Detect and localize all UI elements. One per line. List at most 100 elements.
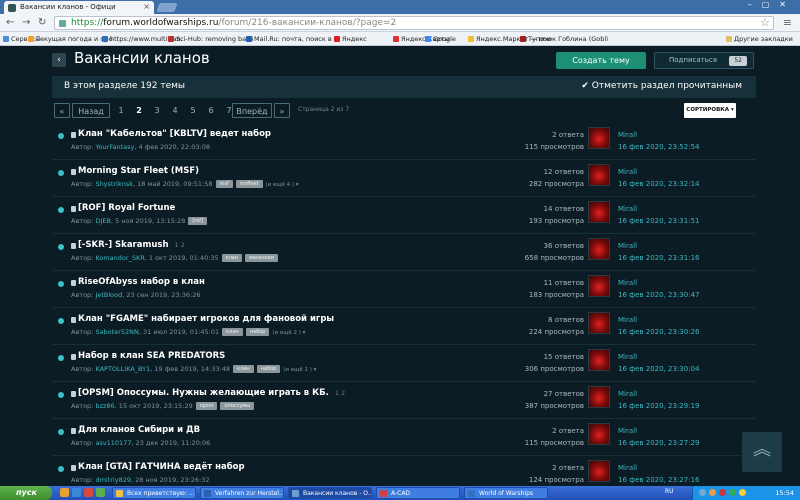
avatar[interactable] xyxy=(588,164,610,186)
topic-tag[interactable]: клан xyxy=(221,254,243,262)
tray-icon[interactable] xyxy=(739,489,746,496)
topic-author[interactable]: Shystriknsk xyxy=(95,180,133,188)
mark-read-link[interactable]: ✔ Отметить раздел прочитанным xyxy=(581,81,742,91)
taskbar-task[interactable]: Verfahren zur Herstel... xyxy=(200,487,284,499)
taskbar-task[interactable]: World of Warships xyxy=(464,487,548,499)
page-number-6[interactable]: 6 xyxy=(204,103,218,118)
avatar[interactable] xyxy=(588,275,610,297)
page-number-2[interactable]: 2 xyxy=(132,103,146,118)
unread-dot-icon[interactable] xyxy=(58,466,64,472)
more-tags[interactable]: (и ещё 4 ) ▾ xyxy=(266,182,299,188)
topic-author[interactable]: YourFantasy xyxy=(95,143,134,151)
reload-icon[interactable]: ↻ xyxy=(38,17,46,28)
unread-dot-icon[interactable] xyxy=(58,207,64,213)
avatar[interactable] xyxy=(588,423,610,445)
browser-tab[interactable]: Вакансии кланов - Офици × xyxy=(4,1,154,14)
last-post-date[interactable]: 16 фев 2020, 23:31:51 xyxy=(618,215,699,227)
topic-title[interactable]: Клан "FGAME" набирает игроков для фаново… xyxy=(78,314,340,324)
quicklaunch-icon[interactable] xyxy=(84,488,93,497)
tray-icon[interactable] xyxy=(719,489,726,496)
topic-title[interactable]: [ROF] Royal Fortune xyxy=(78,203,181,213)
bookmark-star-icon[interactable]: ☆ xyxy=(760,16,770,29)
quicklaunch-icon[interactable] xyxy=(96,488,105,497)
topic-tag[interactable]: клан xyxy=(233,365,254,373)
topic-tag[interactable]: msfleet xyxy=(235,180,263,188)
unread-dot-icon[interactable] xyxy=(58,133,64,139)
topic-title[interactable]: RiseOfAbyss набор в клан xyxy=(78,277,211,287)
more-tags[interactable]: (и ещё 1 ) ▾ xyxy=(283,367,316,373)
topic-title[interactable]: Для кланов Сибири и ДВ xyxy=(78,425,206,435)
last-post-user[interactable]: Mirall xyxy=(618,388,699,400)
avatar[interactable] xyxy=(588,127,610,149)
bookmark-item[interactable]: Яндекс xyxy=(334,35,367,43)
topic-author[interactable]: JetBlood xyxy=(95,291,122,299)
topic-author[interactable]: Saboter52NN xyxy=(95,328,138,336)
topic-author[interactable]: Komandor_SKR xyxy=(95,254,144,262)
bookmark-item[interactable]: Sci-Hub: removing barri xyxy=(168,35,253,43)
topic-title[interactable]: Клан [GTA] ГАТЧИНА ведёт набор xyxy=(78,462,251,472)
topic-title[interactable]: Клан "Кабельтов" [KBLTV] ведет набор xyxy=(78,129,277,139)
bookmark-item[interactable]: Текущая погода и про xyxy=(28,35,113,43)
avatar[interactable] xyxy=(588,238,610,260)
topic-title[interactable]: Morning Star Fleet (MSF) xyxy=(78,166,205,176)
subscribe-button[interactable]: Подписаться 52 xyxy=(654,52,754,69)
avatar[interactable] xyxy=(588,312,610,334)
next-page-button[interactable]: Вперёд xyxy=(232,103,272,118)
last-post-date[interactable]: 16 фев 2020, 23:30:47 xyxy=(618,289,699,301)
topic-tag[interactable]: клан xyxy=(222,328,243,336)
last-post-user[interactable]: Mirall xyxy=(618,129,699,141)
page-number-1[interactable]: 1 xyxy=(114,103,128,118)
tray-icon[interactable] xyxy=(699,489,706,496)
taskbar-task[interactable]: Всех приветствую: ... xyxy=(112,487,196,499)
window-controls[interactable]: –▢✕ xyxy=(748,0,796,9)
avatar[interactable] xyxy=(588,349,610,371)
avatar[interactable] xyxy=(588,201,610,223)
avatar[interactable] xyxy=(588,460,610,482)
bookmark-item[interactable]: Mail.Ru: почта, поиск в xyxy=(246,35,332,43)
topic-author[interactable]: bzz86 xyxy=(95,402,114,410)
unread-dot-icon[interactable] xyxy=(58,170,64,176)
topic-tag[interactable]: opsm xyxy=(195,402,218,410)
topic-tag[interactable]: набор xyxy=(245,328,270,336)
last-post-date[interactable]: 16 фев 2020, 23:52:54 xyxy=(618,141,699,153)
first-page-button[interactable]: « xyxy=(54,103,70,118)
tray-icon[interactable] xyxy=(729,489,736,496)
page-number-5[interactable]: 5 xyxy=(186,103,200,118)
page-number-3[interactable]: 3 xyxy=(150,103,164,118)
quicklaunch-icon[interactable] xyxy=(60,488,69,497)
topic-pages[interactable]: 1 2 xyxy=(335,389,345,397)
unread-dot-icon[interactable] xyxy=(58,355,64,361)
back-arrow-icon[interactable]: ← xyxy=(6,17,14,28)
taskbar-task[interactable]: A-CAD xyxy=(376,487,460,499)
last-post-date[interactable]: 16 фев 2020, 23:27:29 xyxy=(618,437,699,449)
last-post-date[interactable]: 16 фев 2020, 23:30:04 xyxy=(618,363,699,375)
quicklaunch-icon[interactable] xyxy=(72,488,81,497)
last-page-button[interactable]: » xyxy=(274,103,290,118)
last-post-date[interactable]: 16 фев 2020, 23:29:19 xyxy=(618,400,699,412)
topic-author[interactable]: KAPTOLLIKA_BY1 xyxy=(95,365,150,373)
last-post-user[interactable]: Mirall xyxy=(618,166,699,178)
unread-dot-icon[interactable] xyxy=(58,318,64,324)
topic-author[interactable]: dmitriy829 xyxy=(95,476,131,484)
sort-dropdown[interactable]: СОРТИРОВКА ▾ xyxy=(684,103,736,118)
url-input[interactable]: https://forum.worldofwarships.ru/forum/2… xyxy=(54,16,774,30)
last-post-date[interactable]: 16 фев 2020, 23:30:26 xyxy=(618,326,699,338)
topic-pages[interactable]: 1 2 xyxy=(175,241,185,249)
unread-dot-icon[interactable] xyxy=(58,244,64,250)
page-number-7[interactable]: 7 xyxy=(222,103,236,118)
last-post-date[interactable]: 16 фев 2020, 23:31:16 xyxy=(618,252,699,264)
back-chevron-icon[interactable]: ‹ xyxy=(52,53,66,67)
topic-author[interactable]: DJEB xyxy=(95,217,111,225)
last-post-date[interactable]: 16 фев 2020, 23:32:14 xyxy=(618,178,699,190)
unread-dot-icon[interactable] xyxy=(58,392,64,398)
bookmark-item[interactable]: Другие закладки xyxy=(726,35,793,43)
scroll-top-icon[interactable]: ︽ xyxy=(742,432,782,472)
tray-icon[interactable] xyxy=(709,489,716,496)
last-post-user[interactable]: Mirall xyxy=(618,425,699,437)
page-number-4[interactable]: 4 xyxy=(168,103,182,118)
last-post-user[interactable]: Mirall xyxy=(618,240,699,252)
topic-title[interactable]: [OPSM] Опоссумы. Нужны желающие играть в… xyxy=(78,388,345,398)
bookmark-item[interactable]: Тупичок Гоблина (Gobli xyxy=(520,35,608,43)
forward-arrow-icon[interactable]: → xyxy=(22,17,30,28)
menu-icon[interactable]: ≡ xyxy=(783,16,792,29)
